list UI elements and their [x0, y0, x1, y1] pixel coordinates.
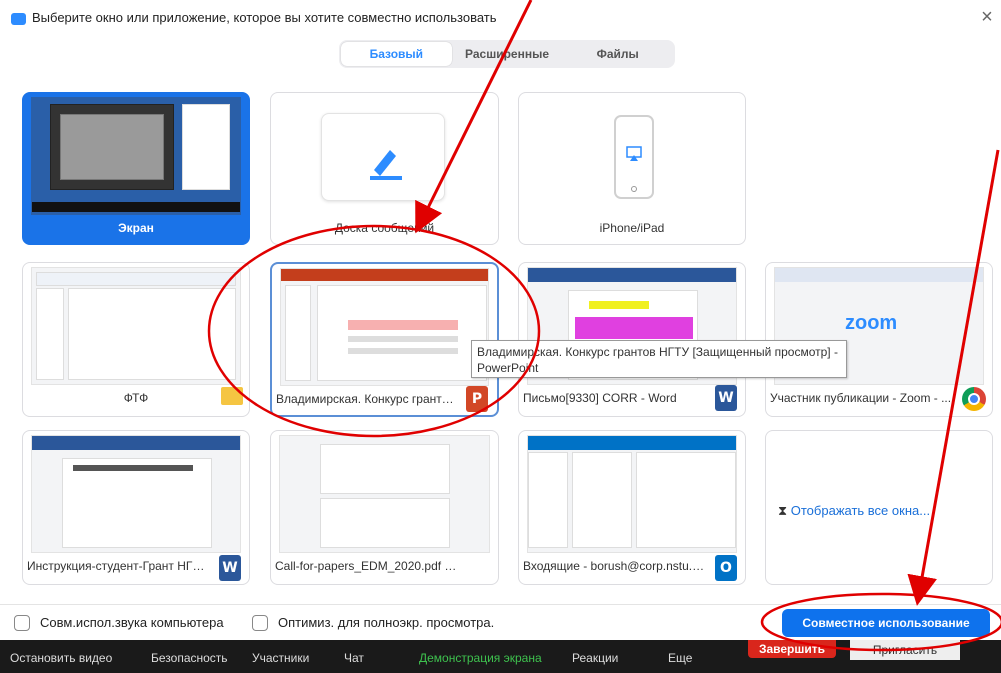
- zoom-logo-text: zoom: [845, 312, 898, 334]
- share-item-label: Call-for-papers_EDM_2020.pdf - ...: [275, 559, 458, 573]
- security-button[interactable]: Безопасность: [151, 651, 228, 665]
- share-item-label: Входящие - borush@corp.nstu.ru...: [523, 559, 705, 573]
- share-item-screen[interactable]: Экран: [22, 92, 250, 245]
- pencil-icon: [370, 150, 402, 180]
- share-item-whiteboard[interactable]: Доска сообщений: [270, 92, 499, 245]
- close-icon[interactable]: ×: [977, 6, 997, 29]
- share-item-label: Доска сообщений: [334, 221, 435, 235]
- stop-video-button[interactable]: Остановить видео: [10, 651, 112, 665]
- show-all-windows[interactable]: ⧗ Отображать все окна...: [765, 430, 993, 585]
- tab-files[interactable]: Файлы: [562, 42, 673, 66]
- tab-advanced[interactable]: Расширенные: [452, 42, 563, 66]
- invite-button[interactable]: Пригласить: [850, 640, 960, 660]
- tab-basic[interactable]: Базовый: [341, 42, 452, 66]
- window-title-tooltip: Владимирская. Конкурс грантов НГТУ [Защи…: [471, 340, 847, 378]
- share-item-word-instruction[interactable]: Инструкция-студент-Грант НГТУ ... W: [22, 430, 250, 585]
- window-thumbnail: [279, 435, 490, 553]
- dialog-title: Выберите окно или приложение, которое вы…: [32, 10, 497, 25]
- share-item-label: Участник публикации - Zoom - ...: [770, 391, 952, 405]
- share-item-folder-ftf[interactable]: ФТФ: [22, 262, 250, 417]
- word-icon: W: [715, 385, 737, 411]
- share-mode-tabs: Базовый Расширенные Файлы: [339, 40, 675, 68]
- reactions-button[interactable]: Реакции: [572, 651, 618, 665]
- window-thumbnail: [527, 435, 737, 553]
- share-item-label: Письмо[9330] CORR - Word: [523, 391, 677, 405]
- share-item-outlook[interactable]: Входящие - borush@corp.nstu.ru... O: [518, 430, 746, 585]
- share-item-label: Владимирская. Конкурс грантов...: [276, 392, 457, 406]
- chat-button[interactable]: Чат: [344, 651, 364, 665]
- share-screen-button[interactable]: Демонстрация экрана: [419, 651, 542, 665]
- share-item-label: Инструкция-студент-Грант НГТУ ...: [27, 559, 209, 573]
- powerpoint-icon: P: [466, 386, 488, 412]
- end-meeting-button[interactable]: Завершить: [748, 640, 836, 658]
- share-button[interactable]: Совместное использование: [782, 609, 990, 637]
- optimize-video-label: Оптимиз. для полноэкр. просмотра.: [278, 615, 495, 630]
- outlook-icon: O: [715, 555, 737, 581]
- iphone-icon: [614, 115, 654, 199]
- folder-icon: [221, 387, 243, 405]
- participants-button[interactable]: Участники: [252, 651, 309, 665]
- share-item-label: Экран: [118, 221, 154, 235]
- share-item-powerpoint[interactable]: Владимирская. Конкурс грантов... P: [270, 262, 499, 417]
- share-sound-checkbox[interactable]: [14, 615, 30, 631]
- share-sound-label: Совм.испол.звука компьютера: [40, 615, 224, 630]
- zoom-app-icon: [11, 13, 26, 25]
- window-thumbnail: [31, 267, 241, 385]
- window-thumbnail: [280, 268, 489, 386]
- more-button[interactable]: Еще: [668, 651, 692, 665]
- show-all-label: Отображать все окна...: [790, 503, 931, 518]
- window-thumbnail: [31, 435, 241, 553]
- show-all-icon: ⧗: [778, 503, 788, 518]
- share-item-iphone[interactable]: iPhone/iPad: [518, 92, 746, 245]
- share-item-pdf[interactable]: Call-for-papers_EDM_2020.pdf - ...: [270, 430, 499, 585]
- chrome-icon: [962, 387, 986, 411]
- word-icon: W: [219, 555, 241, 581]
- screen-thumbnail: [31, 97, 241, 215]
- share-item-label: iPhone/iPad: [599, 221, 665, 235]
- whiteboard-tile: [321, 113, 445, 201]
- share-item-label: ФТФ: [123, 391, 149, 405]
- optimize-video-checkbox[interactable]: [252, 615, 268, 631]
- title-bar: Выберите окно или приложение, которое вы…: [0, 0, 1001, 36]
- meeting-toolbar: Завершить Пригласить Остановить видео Бе…: [0, 640, 1001, 673]
